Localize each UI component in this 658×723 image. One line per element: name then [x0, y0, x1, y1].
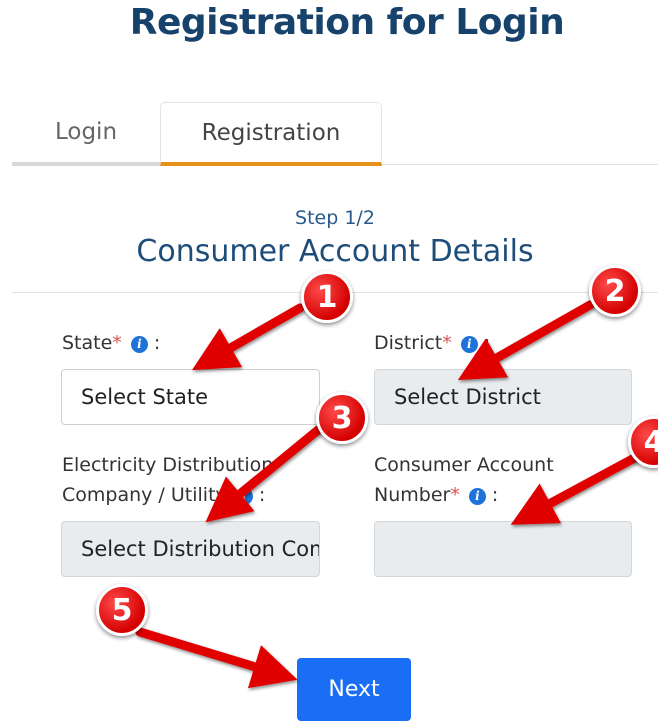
arrow-1: [191, 303, 305, 371]
district-select[interactable]: Select District: [374, 369, 632, 425]
utility-select[interactable]: Select Distribution Company: [61, 521, 320, 577]
district-label-text: District: [374, 332, 443, 354]
next-button[interactable]: Next: [297, 658, 411, 721]
required-marker: *: [450, 484, 460, 506]
utility-label-line1: Electricity Distribution: [62, 454, 274, 476]
required-marker: *: [442, 332, 452, 354]
arrow-5: [135, 627, 298, 689]
annotation-badge-3: 3: [316, 392, 368, 444]
required-marker: *: [112, 332, 122, 354]
account-number-label-line2: Number: [374, 484, 451, 506]
info-icon[interactable]: i: [468, 487, 486, 505]
annotation-badge-4: 4: [628, 416, 658, 468]
info-icon[interactable]: i: [130, 335, 148, 353]
label-colon: :: [483, 332, 491, 354]
page-title: Registration for Login: [129, 2, 565, 43]
utility-label: Electricity Distribution Company / Utili…: [62, 450, 273, 510]
annotation-badge-5: 5: [96, 584, 148, 636]
tab-registration[interactable]: Registration: [160, 102, 382, 166]
label-colon: :: [491, 484, 499, 506]
label-colon: :: [258, 484, 266, 506]
annotation-badge-2: 2: [589, 265, 641, 317]
info-icon[interactable]: i: [460, 335, 478, 353]
account-number-input[interactable]: [374, 521, 632, 577]
utility-label-line2: Company / Utility: [62, 484, 227, 506]
section-title: Consumer Account Details: [136, 234, 534, 269]
state-label: State* i :: [62, 328, 160, 358]
account-number-label: Consumer Account Number* i :: [374, 450, 554, 510]
account-number-label-line1: Consumer Account: [374, 454, 554, 476]
state-label-text: State: [62, 332, 113, 354]
label-colon: :: [153, 332, 161, 354]
tab-login[interactable]: Login: [12, 102, 160, 166]
annotation-badge-1: 1: [301, 271, 353, 323]
district-label: District* i :: [374, 328, 490, 358]
info-icon[interactable]: i: [235, 487, 253, 505]
state-select[interactable]: Select State: [61, 369, 320, 425]
step-indicator: Step 1/2: [295, 207, 375, 229]
